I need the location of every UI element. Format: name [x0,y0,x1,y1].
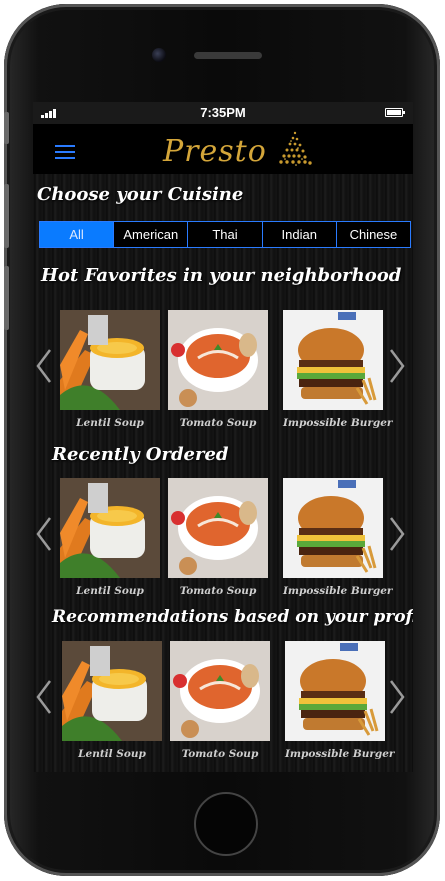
app-screen: 7:35PM Presto Choose your Cuisine All Am… [33,102,413,772]
home-button[interactable] [194,792,258,856]
battery-icon [385,108,405,117]
food-caption: Impossible Burger [285,748,395,760]
tab-chinese[interactable]: Chinese [336,222,411,247]
volume-up-button [4,184,9,248]
brand-title: Presto [163,134,267,169]
food-caption: Lentil Soup [76,585,144,597]
mute-switch [4,112,9,144]
recommendations-heading: Recommendations based on your profile [52,607,413,627]
lentil-soup-image [60,310,160,410]
cuisine-heading: Choose your Cuisine [37,184,244,205]
food-card-lentil-soup[interactable]: Lentil Soup [60,310,160,429]
recently-ordered-carousel: Lentil Soup Tomato Soup Impossible Burge… [33,478,413,603]
food-caption: Impossible Burger [283,585,393,597]
hot-favorites-carousel: Lentil Soup Tomato Soup Impossible Burge… [33,310,413,435]
earpiece-speaker [194,52,262,59]
recently-ordered-heading: Recently Ordered [52,444,229,465]
food-card-lentil-soup[interactable]: Lentil Soup [60,478,160,597]
food-caption: Lentil Soup [78,748,146,760]
tab-thai[interactable]: Thai [188,222,263,247]
food-card-impossible-burger[interactable]: Impossible Burger [285,641,395,760]
food-caption: Impossible Burger [283,417,393,429]
food-caption: Tomato Soup [179,585,257,597]
volume-down-button [4,266,9,330]
tab-indian[interactable]: Indian [262,222,337,247]
lentil-soup-image [60,478,160,578]
status-bar: 7:35PM [33,102,413,124]
chevron-right-icon[interactable] [388,348,406,384]
tomato-soup-image [168,478,268,578]
chevron-left-icon[interactable] [35,516,53,552]
food-card-tomato-soup[interactable]: Tomato Soup [170,641,270,760]
food-caption: Tomato Soup [181,748,259,760]
tab-american[interactable]: American [114,222,189,247]
front-camera [152,48,166,62]
impossible-burger-image [283,478,383,578]
food-card-lentil-soup[interactable]: Lentil Soup [62,641,162,760]
hot-favorites-heading: Hot Favorites in your neighborhood [41,265,402,286]
chevron-right-icon[interactable] [388,516,406,552]
food-card-tomato-soup[interactable]: Tomato Soup [168,310,268,429]
hamburger-menu-icon[interactable] [55,145,75,163]
status-time: 7:35PM [200,105,246,120]
impossible-burger-image [285,641,385,741]
food-card-tomato-soup[interactable]: Tomato Soup [168,478,268,597]
food-card-impossible-burger[interactable]: Impossible Burger [283,478,393,597]
chevron-right-icon[interactable] [388,679,406,715]
tomato-soup-image [170,641,270,741]
chevron-left-icon[interactable] [35,679,53,715]
tomato-soup-image [168,310,268,410]
tab-all[interactable]: All [40,222,115,247]
lentil-soup-image [62,641,162,741]
chevron-left-icon[interactable] [35,348,53,384]
food-card-impossible-burger[interactable]: Impossible Burger [283,310,393,429]
app-header: Presto [33,124,413,174]
cuisine-tabs: All American Thai Indian Chinese [39,221,411,248]
food-caption: Lentil Soup [76,417,144,429]
golden-tree-icon [279,131,312,166]
impossible-burger-image [283,310,383,410]
food-caption: Tomato Soup [179,417,257,429]
recommendations-carousel: Lentil Soup Tomato Soup Impossible Burge… [33,641,413,766]
